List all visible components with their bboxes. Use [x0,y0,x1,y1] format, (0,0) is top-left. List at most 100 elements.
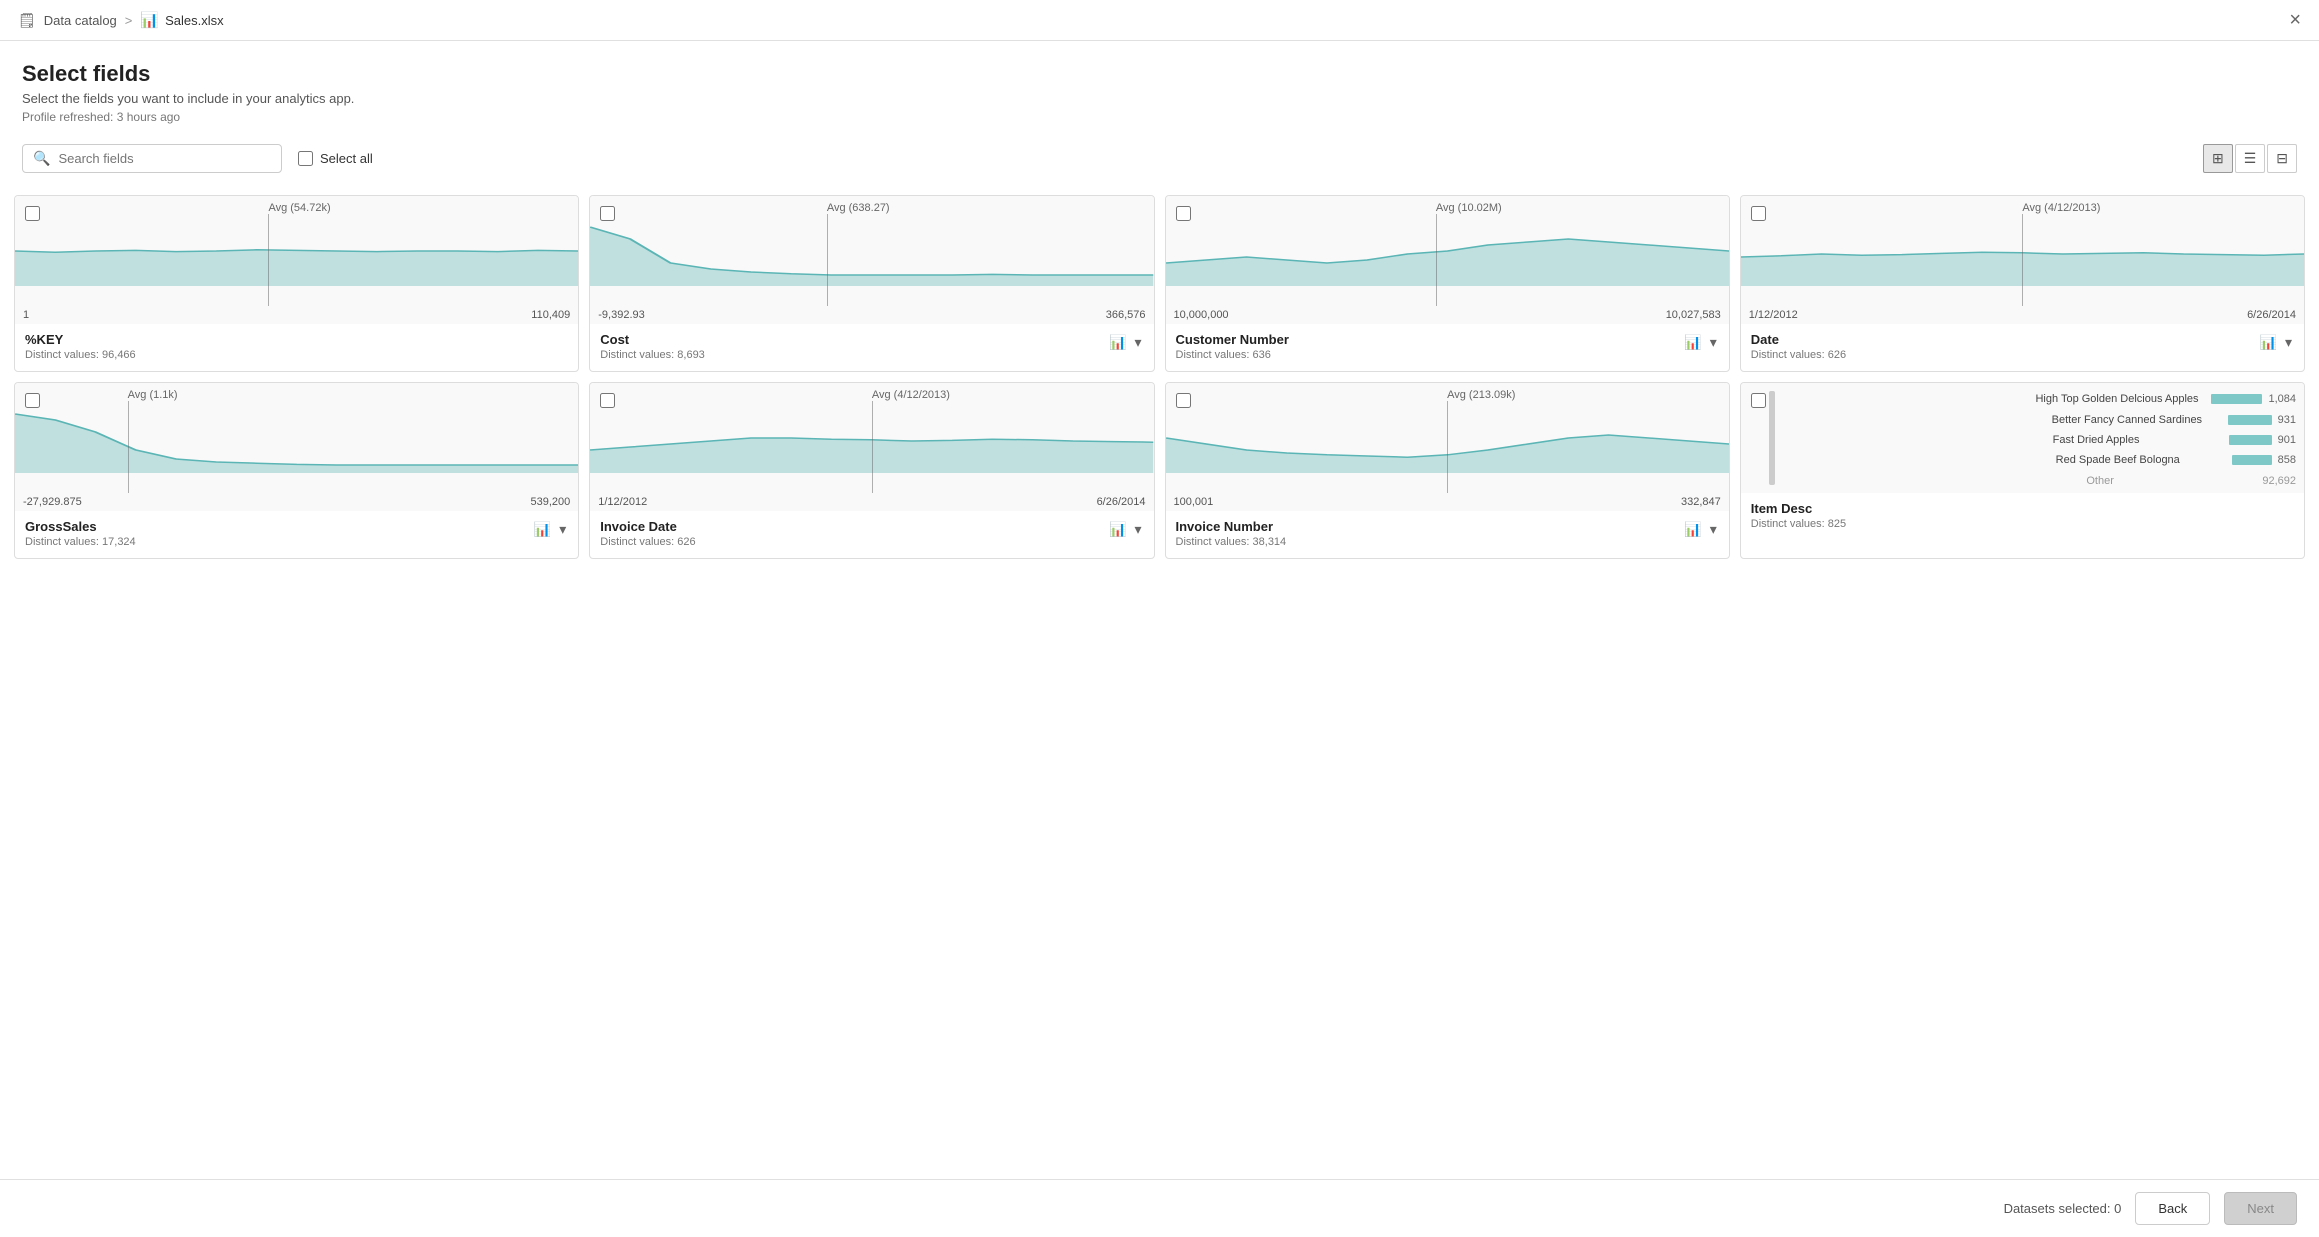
breadcrumb-catalog[interactable]: Data catalog [44,13,117,28]
avg-line-pct_key [268,214,269,306]
card-info-pct_key: %KEYDistinct values: 96,466 [25,332,136,361]
card-distinct-item_desc: Distinct values: 825 [1751,518,1846,530]
select-all-text: Select all [320,151,373,166]
card-actions-customer_number: 📊▾ [1682,332,1718,353]
chart-range-gross_sales: -27,929.875539,200 [15,493,578,511]
avg-label-invoice_date: Avg (4/12/2013) [872,389,950,401]
card-field-name-invoice_number: Invoice Number [1176,519,1287,534]
bar-fill-0 [2211,394,2262,404]
field-card-customer_number: Avg (10.02M) 10,000,00010,027,583 Customer… [1165,195,1730,372]
card-checkbox-date[interactable] [1751,206,1766,221]
card-checkbox-item_desc[interactable] [1751,393,1766,408]
select-all-label[interactable]: Select all [298,151,373,166]
bar-label-1: Better Fancy Canned Sardines [2052,414,2222,426]
card-field-name-date: Date [1751,332,1846,347]
card-checkbox-invoice_date[interactable] [600,393,615,408]
chart-range-customer_number: 10,000,00010,027,583 [1166,306,1729,324]
view-list-button[interactable]: ☰ [2235,144,2266,173]
view-table-button[interactable]: ⊟ [2267,144,2297,173]
card-chart-cost: Avg (638.27) [590,196,1153,306]
bar-row-0: High Top Golden Delcious Apples1,084 [2035,393,2296,405]
bar-label-2: Fast Dried Apples [2053,434,2223,446]
breadcrumb-bar: 🗒 Data catalog > 📊 Sales.xlsx × [0,0,2319,41]
card-distinct-invoice_date: Distinct values: 626 [600,536,695,548]
card-dropdown-btn-invoice_date[interactable]: ▾ [1132,519,1143,540]
card-actions-gross_sales: 📊▾ [532,519,568,540]
view-grid-button[interactable]: ⊞ [2203,144,2233,173]
select-all-checkbox[interactable] [298,151,313,166]
card-footer-cost: Cost Distinct values: 8,693 📊▾ [590,324,1153,371]
area-chart-svg-pct_key [15,216,578,286]
area-chart-svg-gross_sales [15,403,578,473]
field-card-pct_key: Avg (54.72k)1110,409 %KEYDistinct values:… [14,195,579,372]
next-button: Next [2224,1192,2297,1225]
page-title: Select fields [22,61,2297,87]
back-button[interactable]: Back [2135,1192,2210,1225]
bottom-bar: Datasets selected: 0 Back Next [0,1179,2319,1237]
card-actions-invoice_number: 📊▾ [1682,519,1718,540]
area-chart-svg-customer_number [1166,216,1729,286]
card-field-name-customer_number: Customer Number [1176,332,1289,347]
view-toggles: ⊞ ☰ ⊟ [2203,144,2297,173]
search-box[interactable]: 🔍 [22,144,282,173]
card-checkbox-pct_key[interactable] [25,206,40,221]
toolbar: 🔍 Select all ⊞ ☰ ⊟ [0,134,2319,185]
card-chart-invoice_number: Avg (213.09k) [1166,383,1729,493]
field-card-gross_sales: Avg (1.1k)-27,929.875539,200GrossSalesDi… [14,382,579,559]
bar-value-2: 901 [2278,434,2296,446]
card-chart-pct_key: Avg (54.72k) [15,196,578,306]
card-field-name-cost: Cost [600,332,705,347]
card-info-date: Date Distinct values: 626 [1751,332,1846,361]
card-info-gross_sales: GrossSalesDistinct values: 17,324 [25,519,136,548]
card-checkbox-cost[interactable] [600,206,615,221]
card-info-cost: Cost Distinct values: 8,693 [600,332,705,361]
card-distinct-invoice_number: Distinct values: 38,314 [1176,536,1287,548]
card-dropdown-btn-date[interactable]: ▾ [2283,332,2294,353]
card-checkbox-invoice_number[interactable] [1176,393,1191,408]
card-chart-btn-cost[interactable]: 📊 [1107,332,1128,353]
card-footer-gross_sales: GrossSalesDistinct values: 17,324 📊▾ [15,511,578,558]
range-min-pct_key: 1 [23,309,29,321]
card-checkbox-customer_number[interactable] [1176,206,1191,221]
card-footer-invoice_date: Invoice DateDistinct values: 626📊▾ [590,511,1153,558]
card-distinct-gross_sales: Distinct values: 17,324 [25,536,136,548]
chart-range-cost: -9,392.93366,576 [590,306,1153,324]
bar-value-1: 931 [2278,414,2296,426]
card-chart-btn-invoice_number[interactable]: 📊 [1682,519,1703,540]
cards-area: Avg (54.72k)1110,409%KEYDistinct values:… [0,185,2319,1179]
card-distinct-cost: Distinct values: 8,693 [600,349,705,361]
range-min-cost: -9,392.93 [598,309,644,321]
card-dropdown-btn-gross_sales[interactable]: ▾ [557,519,568,540]
card-chart-gross_sales: Avg (1.1k) [15,383,578,493]
card-chart-btn-customer_number[interactable]: 📊 [1682,332,1703,353]
close-button[interactable]: × [2289,10,2301,30]
file-icon: 📊 [140,11,159,29]
avg-line-customer_number [1436,214,1437,306]
bar-label-4: Other [2086,475,2256,487]
bar-value-0: 1,084 [2268,393,2296,405]
avg-line-gross_sales [128,401,129,493]
chart-range-pct_key: 1110,409 [15,306,578,324]
card-footer-invoice_number: Invoice Number Distinct values: 38,314 📊▾ [1166,511,1729,558]
card-chart-btn-gross_sales[interactable]: 📊 [532,519,553,540]
card-distinct-date: Distinct values: 626 [1751,349,1846,361]
bar-label-3: Red Spade Beef Bologna [2056,454,2226,466]
card-chart-btn-invoice_date[interactable]: 📊 [1107,519,1128,540]
avg-line-invoice_date [872,401,873,493]
card-field-name-pct_key: %KEY [25,332,136,347]
area-chart-svg-cost [590,216,1153,286]
card-dropdown-btn-invoice_number[interactable]: ▾ [1708,519,1719,540]
card-dropdown-btn-customer_number[interactable]: ▾ [1708,332,1719,353]
card-checkbox-gross_sales[interactable] [25,393,40,408]
card-chart-btn-date[interactable]: 📊 [2258,332,2279,353]
search-input[interactable] [58,151,271,166]
card-dropdown-btn-cost[interactable]: ▾ [1132,332,1143,353]
bar-row-2: Fast Dried Apples 901 [2053,434,2296,446]
card-footer-date: Date Distinct values: 626 📊▾ [1741,324,2304,371]
bar-fill-2 [2229,435,2272,445]
field-card-cost: Avg (638.27)-9,392.93366,576 Cost Distinct… [589,195,1154,372]
avg-label-customer_number: Avg (10.02M) [1436,202,1502,214]
breadcrumb-file: 📊 Sales.xlsx [140,11,223,29]
card-actions-cost: 📊▾ [1107,332,1143,353]
chart-range-invoice_number: 100,001332,847 [1166,493,1729,511]
